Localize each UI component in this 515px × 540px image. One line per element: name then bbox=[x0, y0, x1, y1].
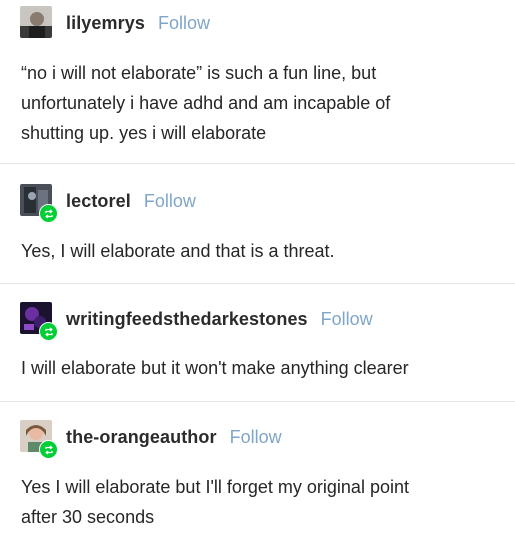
post-line: I will elaborate but it won't make anyth… bbox=[21, 358, 409, 378]
post-divider bbox=[0, 401, 515, 402]
post-line: after 30 seconds bbox=[21, 507, 155, 527]
post-body: Yes, I will elaborate and that is a thre… bbox=[21, 236, 496, 266]
follow-button[interactable]: Follow bbox=[321, 309, 373, 330]
post-line: “no i will not elaborate” is such a fun … bbox=[21, 63, 377, 83]
post-header: lilyemrys Follow bbox=[20, 5, 210, 41]
post-divider bbox=[0, 283, 515, 284]
post-header: the-orangeauthor Follow bbox=[20, 419, 282, 459]
follow-button[interactable]: Follow bbox=[144, 191, 196, 212]
post-body: I will elaborate but it won't make anyth… bbox=[21, 353, 496, 383]
avatar-image bbox=[20, 6, 52, 38]
reblog-icon bbox=[39, 322, 58, 341]
post-body: Yes I will elaborate but I'll forget my … bbox=[21, 472, 496, 532]
avatar[interactable] bbox=[20, 6, 54, 40]
avatar[interactable] bbox=[20, 420, 58, 459]
post-line: Yes, I will elaborate and that is a thre… bbox=[21, 241, 335, 261]
reblog-icon bbox=[39, 440, 58, 459]
follow-button[interactable]: Follow bbox=[158, 13, 210, 34]
follow-button[interactable]: Follow bbox=[230, 427, 282, 448]
post-body: “no i will not elaborate” is such a fun … bbox=[21, 58, 496, 148]
username[interactable]: lectorel bbox=[66, 191, 131, 212]
post-header: lectorel Follow bbox=[20, 183, 196, 223]
avatar[interactable] bbox=[20, 184, 58, 223]
post-divider bbox=[0, 163, 515, 164]
post-line: Yes I will elaborate but I'll forget my … bbox=[21, 477, 409, 497]
post-line: unfortunately i have adhd and am incapab… bbox=[21, 93, 391, 113]
username[interactable]: writingfeedsthedarkestones bbox=[66, 309, 308, 330]
avatar[interactable] bbox=[20, 302, 58, 341]
post-header: writingfeedsthedarkestones Follow bbox=[20, 301, 373, 341]
post-line: shutting up. yes i will elaborate bbox=[21, 123, 267, 143]
username[interactable]: the-orangeauthor bbox=[66, 427, 217, 448]
username[interactable]: lilyemrys bbox=[66, 13, 145, 34]
reblog-icon bbox=[39, 204, 58, 223]
